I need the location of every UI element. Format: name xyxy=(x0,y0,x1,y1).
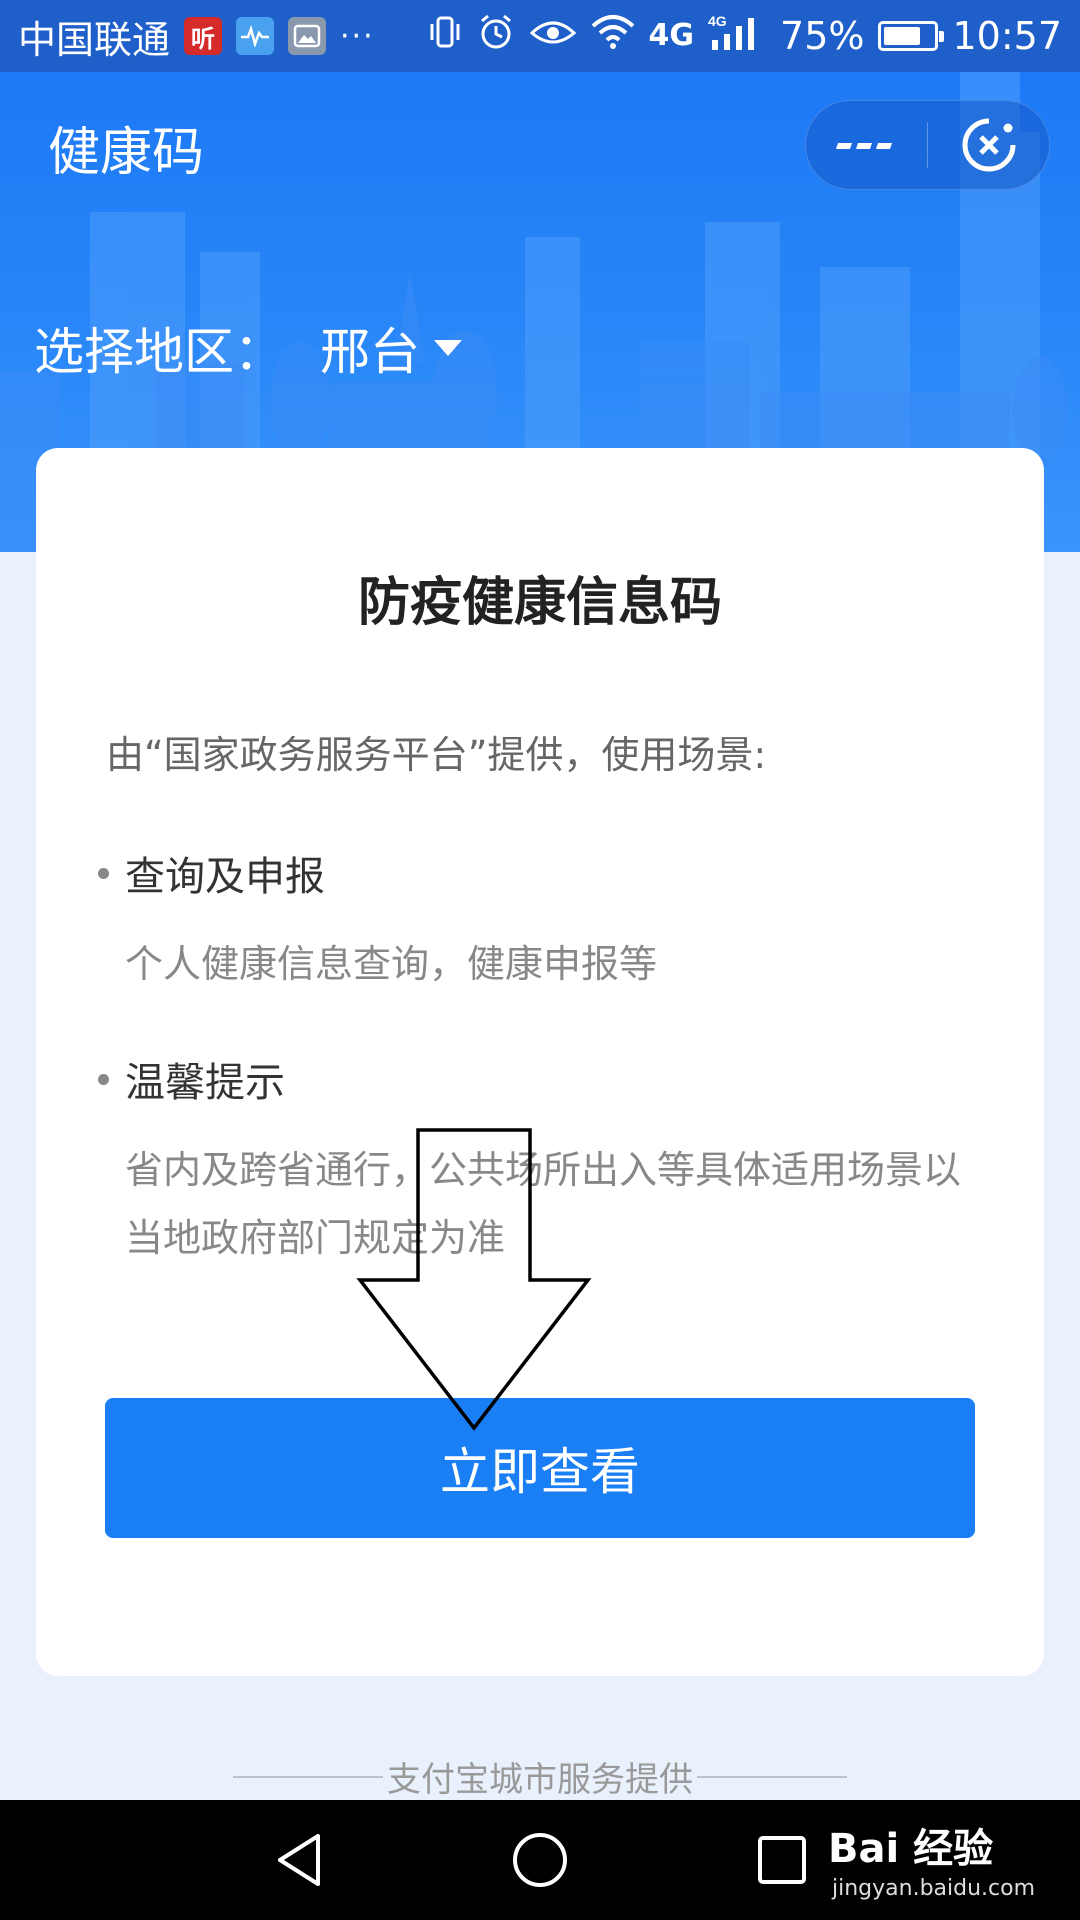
footer-divider-right xyxy=(697,1775,847,1778)
carrier-name: 中国联通 xyxy=(18,17,171,62)
vibrate-icon xyxy=(427,14,463,59)
close-button[interactable] xyxy=(928,100,1049,190)
back-button[interactable] xyxy=(270,1830,330,1890)
info-card: 防疫健康信息码 由“国家政务服务平台”提供，使用场景: 查询及申报 个人健康信息… xyxy=(36,448,1044,1676)
bullet-icon xyxy=(98,867,109,879)
footer-provider: 支付宝城市服务提供 xyxy=(0,1752,1080,1801)
region-label: 选择地区： xyxy=(34,323,284,381)
view-now-button[interactable]: 立即查看 xyxy=(105,1398,975,1538)
bullet-icon xyxy=(98,1073,109,1085)
dropdown-caret-icon[interactable] xyxy=(434,340,462,356)
eye-comfort-icon xyxy=(529,14,577,58)
feature-title: 温馨提示 xyxy=(125,1060,285,1106)
more-dots-icon xyxy=(836,143,893,149)
health-app-icon xyxy=(236,17,275,55)
listen-app-icon: 听 xyxy=(184,17,223,55)
battery-level-fill xyxy=(884,27,921,45)
card-title: 防疫健康信息码 xyxy=(357,573,722,633)
provider-text: 支付宝城市服务提供 xyxy=(387,1760,693,1800)
back-triangle-icon xyxy=(278,1834,320,1886)
region-selector[interactable]: 选择地区： 邢台 xyxy=(34,312,462,384)
watermark-url: jingyan.baidu.com xyxy=(832,1876,1036,1901)
signal-icon: 4G xyxy=(708,12,766,61)
feature-title: 查询及申报 xyxy=(125,854,325,900)
wifi-icon xyxy=(591,14,635,59)
home-circle-icon xyxy=(513,1833,567,1887)
status-bar: 中国联通 听 ··· 4G 4G 75% 10:57 xyxy=(0,0,1080,72)
network-type-primary: 4G xyxy=(648,18,695,53)
battery-percent: 75% xyxy=(780,14,865,58)
watermark-brand: Bai 经验 xyxy=(828,1826,994,1872)
recent-square-icon xyxy=(758,1836,806,1884)
gallery-icon xyxy=(288,17,327,55)
battery-icon xyxy=(878,21,945,51)
more-notifications-icon: ··· xyxy=(340,18,375,54)
feature-description: 个人健康信息查询，健康申报等 xyxy=(125,942,658,986)
footer-divider-left xyxy=(233,1775,383,1778)
feature-description: 省内及跨省通行，公共场所出入等具体适用场景以当地政府部门规定为准 xyxy=(125,1148,962,1260)
home-button[interactable] xyxy=(510,1830,570,1890)
network-type-secondary: 4G xyxy=(708,13,727,29)
mini-program-capsule xyxy=(805,100,1050,190)
navigation-bar: Bai 经验 jingyan.baidu.com xyxy=(0,1800,1080,1920)
card-intro: 由“国家政务服务平台”提供，使用场景: xyxy=(106,733,767,777)
recent-apps-button[interactable] xyxy=(752,1830,812,1890)
listen-app-icon-text: 听 xyxy=(191,24,216,53)
close-circle-icon xyxy=(962,118,1016,172)
feature-item-tips: 温馨提示 省内及跨省通行，公共场所出入等具体适用场景以当地政府部门规定为准 xyxy=(98,1050,965,1272)
alarm-icon xyxy=(477,13,515,60)
region-value[interactable]: 邢台 xyxy=(320,312,420,384)
clock-time: 10:57 xyxy=(952,14,1062,58)
page-title: 健康码 xyxy=(48,123,205,183)
feature-item-query: 查询及申报 个人健康信息查询，健康申报等 xyxy=(98,844,965,998)
menu-button[interactable] xyxy=(806,100,927,190)
baidu-jingyan-watermark: Bai 经验 jingyan.baidu.com xyxy=(828,1812,1068,1912)
